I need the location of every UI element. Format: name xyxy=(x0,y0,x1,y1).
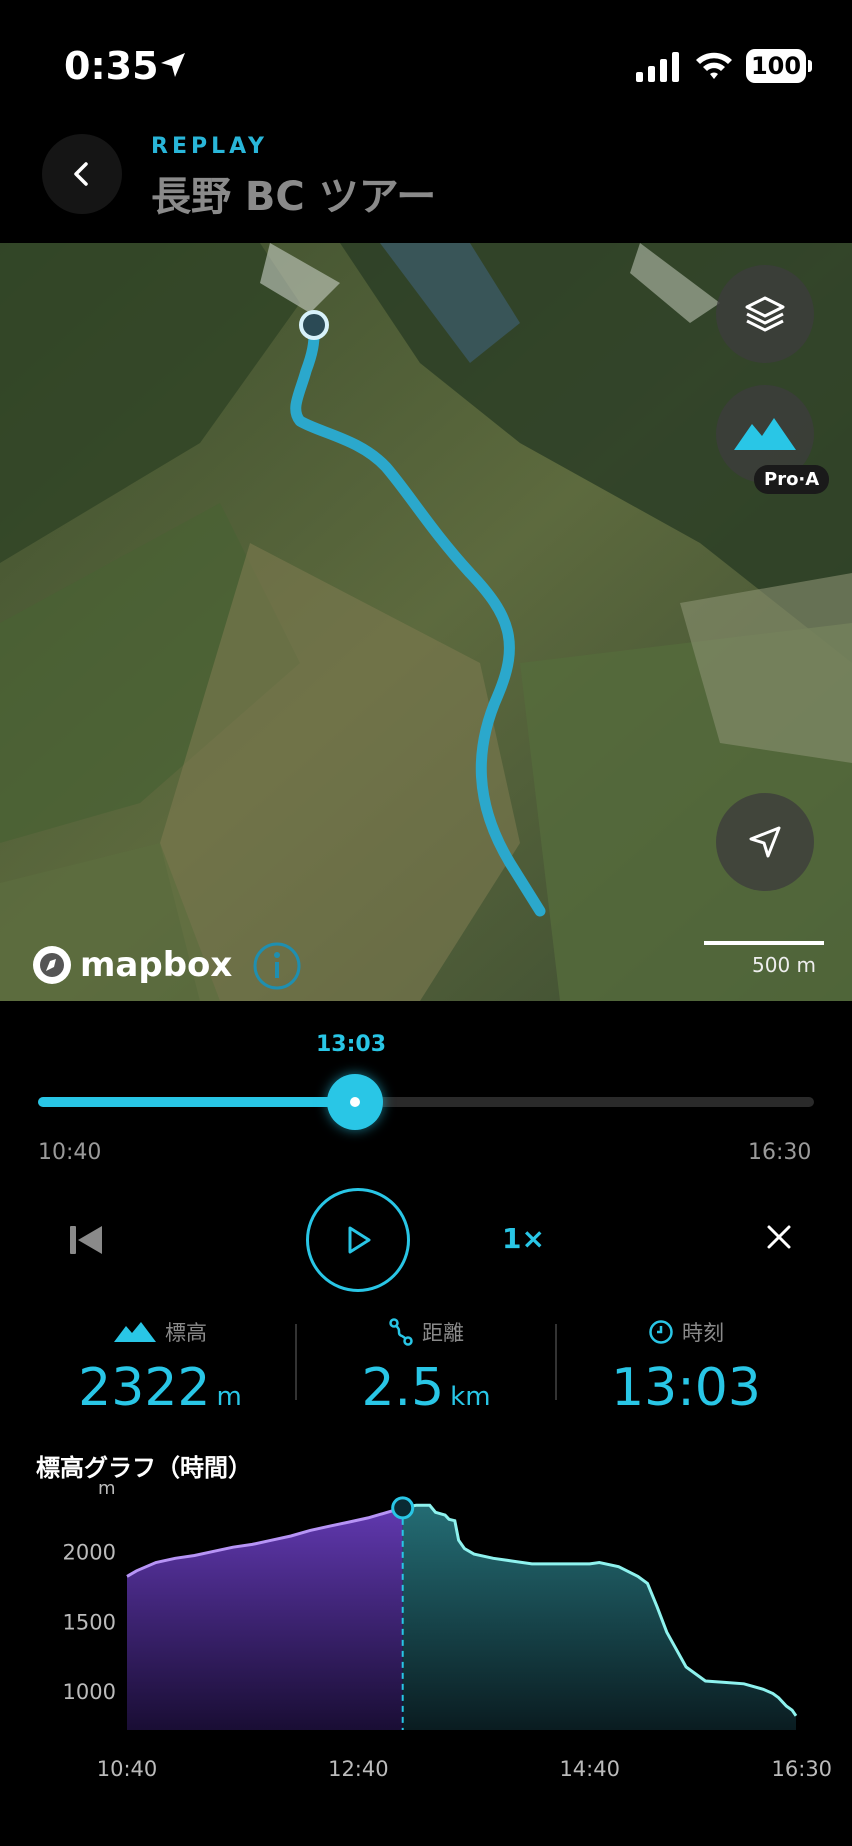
playback-speed-button[interactable]: 1× xyxy=(502,1222,545,1255)
close-icon xyxy=(767,1225,791,1249)
x-tick-label: 12:40 xyxy=(328,1757,389,1781)
status-bar: 0:35 100 xyxy=(0,0,852,130)
x-tick-label: 14:40 xyxy=(559,1757,620,1781)
route-icon xyxy=(389,1318,413,1346)
mapbox-attribution[interactable]: mapbox xyxy=(30,943,232,987)
time-value: 13:03 xyxy=(611,1358,761,1418)
distance-label: 距離 xyxy=(422,1321,464,1345)
skip-back-icon xyxy=(70,1226,102,1254)
time-stat: 時刻 13:03 xyxy=(556,1316,816,1418)
scale-bar xyxy=(704,941,824,945)
play-button[interactable] xyxy=(306,1188,410,1292)
elevation-chart[interactable]: m 2000 1500 1000 10:40 12:40 14:40 16:30 xyxy=(0,1470,852,1800)
map-info-button[interactable] xyxy=(252,941,302,995)
close-button[interactable] xyxy=(764,1222,794,1256)
wifi-icon xyxy=(696,52,732,79)
replay-label: REPLAY xyxy=(151,134,268,159)
play-icon xyxy=(348,1226,371,1254)
recenter-button[interactable] xyxy=(716,793,814,891)
elevation-label: 標高 xyxy=(165,1321,207,1345)
timeline-end-time: 16:30 xyxy=(748,1140,812,1165)
back-button[interactable] xyxy=(42,134,122,214)
mountain-icon xyxy=(734,418,796,450)
distance-unit: km xyxy=(450,1382,491,1412)
slider-current-time: 13:03 xyxy=(316,1032,387,1057)
x-tick-label: 16:30 xyxy=(772,1757,833,1781)
elevation-value: 2322 xyxy=(78,1358,211,1418)
status-time: 0:35 xyxy=(64,44,159,88)
mountain-icon xyxy=(114,1322,156,1342)
chevron-left-icon xyxy=(74,162,88,186)
page-title: 長野 BC ツアー xyxy=(151,174,437,220)
cellular-signal-icon xyxy=(636,52,679,82)
timeline-progress xyxy=(38,1097,356,1107)
skip-to-start-button[interactable] xyxy=(66,1220,106,1264)
battery-indicator: 100 xyxy=(746,49,812,83)
y-tick-label: 1000 xyxy=(63,1680,116,1704)
distance-value: 2.5 xyxy=(361,1358,445,1418)
y-tick-label: 1500 xyxy=(63,1610,116,1634)
distance-stat: 距離 2.5 km xyxy=(296,1316,556,1418)
y-axis-unit: m xyxy=(98,1478,116,1499)
layers-icon xyxy=(745,296,785,332)
time-label: 時刻 xyxy=(682,1321,724,1345)
timeline-track[interactable] xyxy=(38,1097,814,1107)
timeline-thumb[interactable] xyxy=(327,1074,384,1130)
location-arrow-icon xyxy=(161,53,185,77)
terrain-map-image xyxy=(0,243,852,1001)
navigation-arrow-icon xyxy=(749,826,781,858)
position-marker xyxy=(299,310,329,340)
mapbox-text: mapbox xyxy=(80,945,233,985)
scale-label: 500 m xyxy=(752,953,817,977)
elevation-unit: m xyxy=(216,1382,242,1412)
mapbox-logo-icon xyxy=(33,946,71,984)
x-tick-label: 10:40 xyxy=(97,1757,158,1781)
current-position-marker[interactable] xyxy=(391,1496,415,1520)
map-view[interactable]: Pro·A mapbox 500 m xyxy=(0,243,852,1001)
y-tick-label: 2000 xyxy=(63,1541,116,1565)
clock-icon xyxy=(649,1320,673,1344)
pro-badge: Pro·A xyxy=(754,465,830,494)
info-icon xyxy=(253,942,301,990)
layers-button[interactable] xyxy=(716,265,814,363)
elevation-stat: 標高 2322 m xyxy=(30,1316,290,1418)
timeline-start-time: 10:40 xyxy=(38,1140,102,1165)
